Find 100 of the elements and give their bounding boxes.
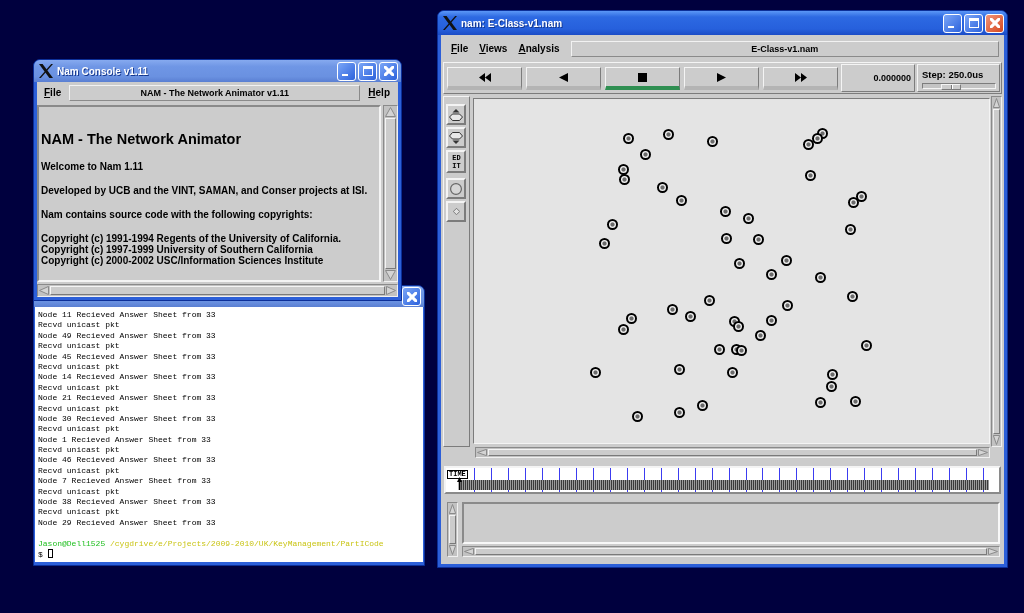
maximize-icon bbox=[968, 18, 979, 28]
menu-item[interactable]: File bbox=[44, 87, 62, 98]
rewind-button[interactable] bbox=[447, 67, 522, 90]
terminal-line: Node 7 Recieved Answer Sheet from 33 bbox=[38, 476, 212, 487]
network-node-icon bbox=[782, 299, 794, 311]
step-slider[interactable] bbox=[922, 83, 996, 89]
network-node-icon bbox=[674, 363, 686, 375]
network-node-icon bbox=[848, 196, 860, 208]
minimize-button[interactable] bbox=[943, 13, 962, 33]
maximize-button[interactable] bbox=[358, 61, 377, 81]
console-paragraph: Welcome to Nam 1.11 bbox=[41, 161, 145, 172]
scroll-right-arrow-icon[interactable] bbox=[386, 286, 396, 295]
scroll-up-arrow-icon[interactable] bbox=[449, 504, 456, 514]
scroll-left-arrow-icon[interactable] bbox=[477, 449, 487, 456]
terminal-line: Recvd unicast pkt bbox=[38, 382, 121, 394]
network-node-icon bbox=[743, 212, 755, 224]
layers-up-icon bbox=[449, 108, 464, 121]
stop-button[interactable] bbox=[605, 67, 680, 90]
app-logo-icon bbox=[443, 16, 457, 30]
scroll-down-arrow-icon[interactable] bbox=[449, 545, 456, 555]
window-title: nam: E-Class-v1.nam bbox=[461, 17, 564, 29]
terminal-line: Recvd unicast pkt bbox=[38, 320, 121, 331]
network-node-icon bbox=[733, 320, 745, 332]
network-node-icon bbox=[618, 323, 630, 335]
terminal-line: Recvd unicast pkt bbox=[38, 424, 121, 435]
network-node-icon bbox=[667, 303, 679, 315]
prompt-user: Jason@Dell1525 bbox=[38, 538, 106, 548]
slider-thumb[interactable] bbox=[941, 84, 962, 90]
scroll-down-arrow-icon[interactable] bbox=[993, 435, 1000, 445]
terminal-line: Recvd unicast pkt bbox=[38, 445, 121, 456]
menu-item[interactable]: Analysis bbox=[518, 43, 560, 54]
scrollbar-thumb[interactable] bbox=[385, 118, 396, 269]
network-node-icon bbox=[707, 135, 719, 147]
scroll-right-arrow-icon[interactable] bbox=[988, 548, 998, 555]
vertical-scrollbar[interactable] bbox=[447, 502, 458, 557]
terminal-line: Recvd unicast pkt bbox=[38, 341, 121, 352]
diamond-tool-button[interactable] bbox=[446, 201, 467, 222]
scrollbar-thumb[interactable] bbox=[475, 548, 987, 555]
minimize-icon bbox=[948, 25, 954, 28]
time-marker-icon[interactable] bbox=[457, 477, 462, 490]
play-icon bbox=[717, 72, 726, 82]
network-node-icon bbox=[766, 268, 778, 280]
scrollbar-thumb[interactable] bbox=[993, 109, 1000, 434]
network-node-icon bbox=[599, 237, 611, 249]
terminal-line: Node 49 Recieved Answer Sheet from 33 bbox=[38, 330, 217, 342]
circle-tool-button[interactable] bbox=[446, 178, 467, 199]
network-node-icon bbox=[640, 148, 652, 160]
vertical-scrollbar[interactable] bbox=[991, 96, 1002, 447]
terminal-line: Node 30 Recieved Answer Sheet from 33 bbox=[38, 413, 217, 425]
play-button[interactable] bbox=[684, 67, 759, 90]
play-backward-button[interactable] bbox=[526, 67, 601, 90]
minimize-button[interactable] bbox=[337, 61, 356, 81]
window-title: Nam Console v1.11 bbox=[57, 65, 150, 77]
stop-icon bbox=[638, 72, 647, 82]
network-canvas[interactable] bbox=[472, 98, 990, 444]
menu-item[interactable]: File bbox=[451, 43, 469, 54]
diamond-icon bbox=[452, 208, 460, 215]
close-button[interactable] bbox=[379, 61, 398, 81]
close-icon bbox=[383, 66, 394, 76]
close-button[interactable] bbox=[402, 287, 421, 306]
horizontal-scrollbar[interactable] bbox=[462, 546, 1000, 557]
cursor-icon bbox=[47, 549, 53, 558]
fast-forward-button[interactable] bbox=[763, 67, 838, 90]
maximize-button[interactable] bbox=[964, 13, 983, 33]
horizontal-scrollbar[interactable] bbox=[37, 284, 398, 297]
scroll-up-arrow-icon[interactable] bbox=[993, 98, 1000, 108]
network-node-icon bbox=[618, 163, 630, 175]
copyright-line: Copyright (c) 1991-1994 Regents of the University of California. bbox=[41, 233, 343, 244]
annotation-list[interactable] bbox=[462, 502, 1000, 544]
scroll-down-arrow-icon[interactable] bbox=[385, 270, 396, 280]
menu-item[interactable]: Views bbox=[479, 43, 508, 54]
close-button[interactable] bbox=[985, 13, 1004, 33]
network-node-icon bbox=[755, 329, 767, 341]
vertical-scrollbar[interactable] bbox=[383, 105, 398, 282]
rewind-icon bbox=[478, 72, 491, 82]
zoom-in-button[interactable] bbox=[446, 104, 467, 125]
play-backward-icon bbox=[559, 72, 568, 82]
console-paragraph: Developed by UCB and the VINT, SAMAN, and Conser projects at ISI. bbox=[41, 185, 369, 196]
network-node-icon bbox=[607, 218, 619, 230]
network-node-icon bbox=[781, 254, 793, 266]
scroll-left-arrow-icon[interactable] bbox=[39, 286, 49, 295]
scroll-right-arrow-icon[interactable] bbox=[978, 449, 988, 456]
terminal-line: Recvd unicast pkt bbox=[38, 507, 121, 518]
scroll-left-arrow-icon[interactable] bbox=[464, 548, 474, 555]
terminal-line: Node 1 Recieved Answer Sheet from 33 bbox=[38, 434, 212, 446]
network-node-icon bbox=[663, 128, 675, 140]
app-logo-icon bbox=[39, 64, 53, 78]
network-node-icon bbox=[850, 395, 862, 407]
terminal-line: Recvd unicast pkt bbox=[38, 486, 121, 498]
layers-down-icon bbox=[449, 131, 464, 144]
scrollbar-thumb[interactable] bbox=[449, 515, 456, 544]
copyright-line: Copyright (c) 2000-2002 USC/Information Sciences Institute bbox=[41, 255, 325, 266]
scrollbar-thumb[interactable] bbox=[488, 449, 977, 456]
network-node-icon bbox=[623, 132, 635, 144]
zoom-out-button[interactable] bbox=[446, 127, 467, 148]
menu-item[interactable]: Help bbox=[368, 87, 390, 98]
scroll-up-arrow-icon[interactable] bbox=[385, 107, 396, 117]
horizontal-scrollbar[interactable] bbox=[475, 447, 990, 458]
network-node-icon bbox=[721, 232, 733, 244]
scrollbar-thumb[interactable] bbox=[50, 286, 385, 295]
